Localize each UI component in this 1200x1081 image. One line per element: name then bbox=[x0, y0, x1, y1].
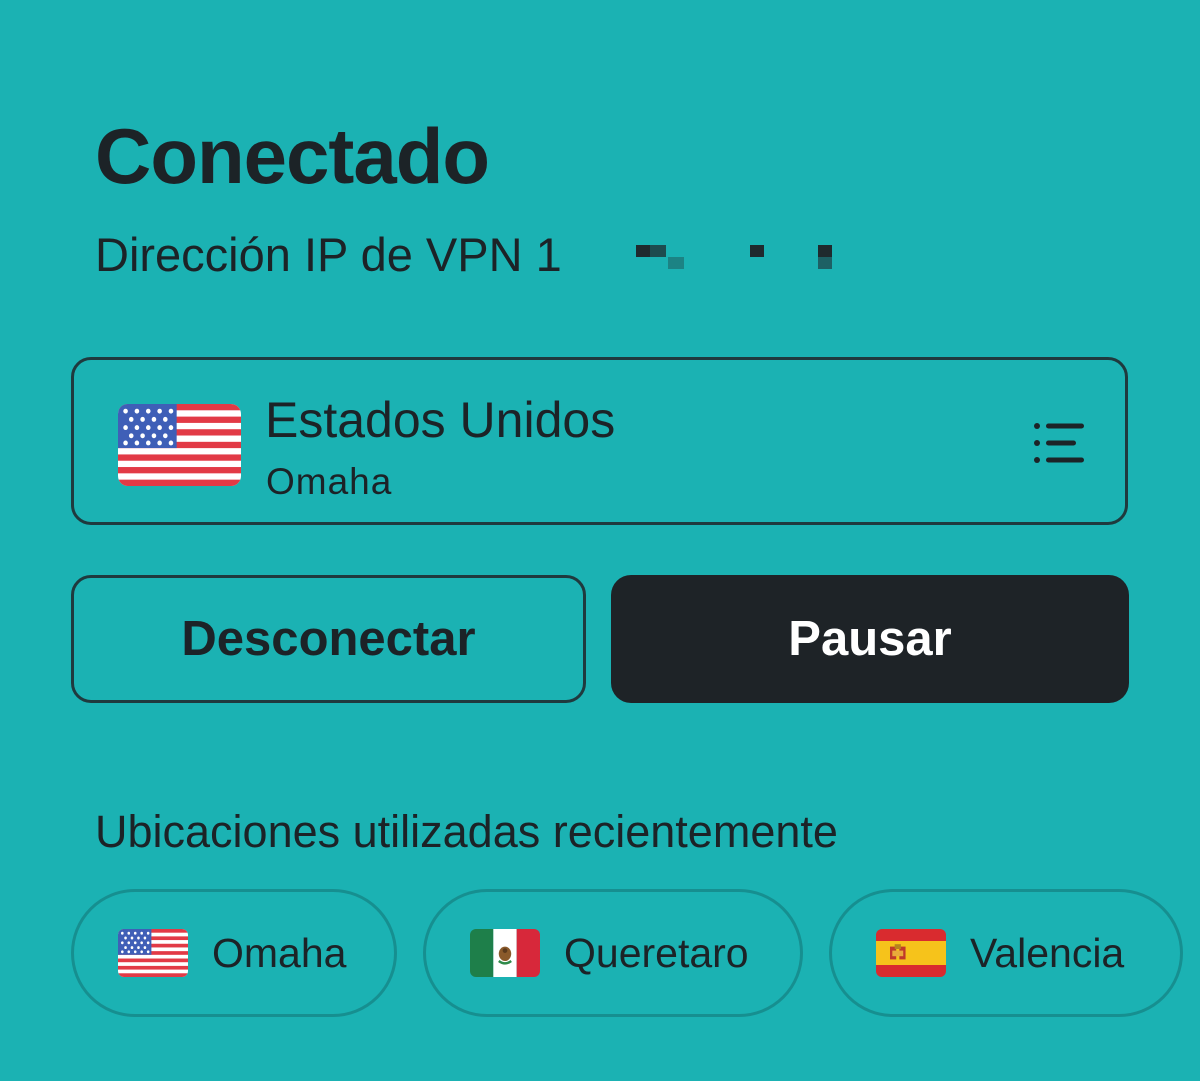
redacted-ip-mask bbox=[564, 235, 854, 275]
spain-flag-icon bbox=[876, 929, 946, 977]
vpn-ip-address: Dirección IP de VPN 1 bbox=[95, 225, 854, 285]
recent-location-chip-valencia[interactable]: Valencia bbox=[829, 889, 1183, 1017]
connection-status-title: Conectado bbox=[95, 112, 490, 200]
recent-location-chip-queretaro[interactable]: Queretaro bbox=[423, 889, 803, 1017]
recent-location-chip-omaha[interactable]: Omaha bbox=[71, 889, 397, 1017]
country-name: Estados Unidos bbox=[265, 392, 616, 448]
list-icon[interactable] bbox=[1034, 422, 1086, 464]
recent-location-label: Valencia bbox=[970, 929, 1125, 976]
recent-locations-heading: Ubicaciones utilizadas recientemente bbox=[95, 806, 838, 857]
pause-button[interactable]: Pausar bbox=[611, 575, 1129, 703]
us-flag-icon bbox=[118, 404, 241, 486]
city-name: Omaha bbox=[266, 461, 393, 502]
vpn-ip-label: Dirección IP de VPN 1 bbox=[95, 228, 562, 281]
disconnect-button[interactable]: Desconectar bbox=[71, 575, 586, 703]
recent-location-label: Omaha bbox=[212, 929, 347, 976]
us-flag-icon bbox=[118, 929, 188, 977]
current-location-card[interactable]: Estados Unidos Omaha bbox=[71, 357, 1128, 525]
mexico-flag-icon bbox=[470, 929, 540, 977]
recent-location-label: Queretaro bbox=[564, 929, 749, 976]
